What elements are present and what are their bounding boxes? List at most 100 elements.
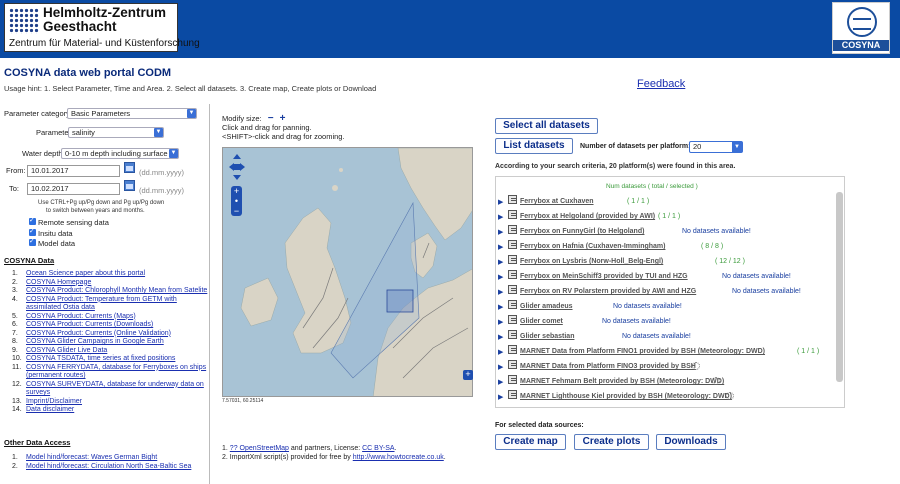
dataset-row[interactable]: ▶ MARNET Data from Platform FINO1 provide… [496,345,836,359]
dataset-name-link[interactable]: MARNET Lighthouse Kiel provided by BSH (… [520,393,732,400]
list-item[interactable]: 7. COSYNA Product: Currents (Online Valid… [12,330,208,339]
dataset-name-link[interactable]: Ferrybox on Hafnia (Cuxhaven-Immingham) [520,243,665,250]
hzg-logo[interactable]: Helmholtz-Zentrum Geesthacht Zentrum für… [4,3,200,52]
list-item[interactable]: 10. COSYNA TSDATA, time series at fixed p… [12,355,208,364]
expand-triangle-icon[interactable]: ▶ [498,318,503,326]
dataset-row[interactable]: ▶ Ferrybox on FunnyGirl (to Helgoland) No … [496,225,836,239]
map-grow-button[interactable]: + [280,114,286,124]
downloads-button[interactable]: Downloads [656,434,726,450]
expand-triangle-icon[interactable]: ▶ [498,378,503,386]
license-link[interactable]: CC BY-SA [362,445,394,452]
list-item[interactable]: 1. Model hind/forecast: Waves German Bigh… [12,454,208,463]
zoom-in-icon[interactable]: + [231,186,242,196]
expand-triangle-icon[interactable]: ▶ [498,333,503,341]
pan-arrows-icon[interactable] [227,152,247,182]
dataset-name-link[interactable]: MARNET Fehmarn Belt provided by BSH (Met… [520,378,724,385]
list-item[interactable]: 4. COSYNA Product: Temperature from GETM … [12,296,208,313]
list-item-link[interactable]: Model hind/forecast: Circulation North S… [26,463,191,470]
dataset-name-link[interactable]: Ferrybox on MeinSchiff3 provided by TUI … [520,273,688,280]
dataset-row[interactable]: ▶ Ferrybox on RV Polarstern provided by A… [496,285,836,299]
list-item-link[interactable]: COSYNA Product: Chlorophyll Monthly Mean… [26,287,207,294]
expand-triangle-icon[interactable]: ▶ [498,303,503,311]
feedback-link[interactable]: Feedback [637,78,685,90]
list-item[interactable]: 13. Imprint/Disclaimer [12,398,208,407]
list-item[interactable]: 5. COSYNA Product: Currents (Maps) [12,313,208,322]
list-item[interactable]: 9. COSYNA Glider Live Data [12,347,208,356]
list-item-link[interactable]: COSYNA FERRYDATA, database for Ferryboxe… [26,364,206,380]
insitu-checkbox[interactable] [29,227,36,236]
list-item[interactable]: 14. Data disclaimer [12,406,208,415]
depth-select[interactable]: 0-10 m depth including surface ▼ [61,148,179,159]
list-item-link[interactable]: Imprint/Disclaimer [26,398,82,405]
list-item-link[interactable]: COSYNA Glider Campaigns in Google Earth [26,338,164,345]
list-item-link[interactable]: COSYNA TSDATA, time series at fixed posi… [26,355,175,362]
dataset-row[interactable]: ▶ Glider sebastian No datasets available! [496,330,836,344]
list-item[interactable]: 11. COSYNA FERRYDATA, database for Ferryb… [12,364,208,381]
dataset-name-link[interactable]: Glider sebastian [520,333,574,340]
list-item[interactable]: 6. COSYNA Product: Currents (Downloads) [12,321,208,330]
list-item[interactable]: 8. COSYNA Glider Campaigns in Google Eart… [12,338,208,347]
list-item[interactable]: 2. Model hind/forecast: Circulation North… [12,463,208,472]
category-select[interactable]: Basic Parameters ▼ [67,108,197,119]
per-platform-select[interactable]: 20 ▼ [689,141,743,153]
list-item-link[interactable]: Model hind/forecast: Waves German Bight [26,454,157,461]
list-item-link[interactable]: COSYNA Product: Currents (Maps) [26,313,136,320]
zoom-control[interactable]: + • − [231,186,242,216]
expand-triangle-icon[interactable]: ▶ [498,348,503,356]
dataset-name-link[interactable]: Ferrybox on FunnyGirl (to Helgoland) [520,228,644,235]
dataset-row[interactable]: ▶ MARNET Fehmarn Belt provided by BSH (Me… [496,375,836,389]
model-data-checkbox[interactable] [29,237,36,246]
create-plots-button[interactable]: Create plots [574,434,649,450]
expand-triangle-icon[interactable]: ▶ [498,273,503,281]
dataset-name-link[interactable]: Glider comet [520,318,563,325]
dataset-name-link[interactable]: MARNET Data from Platform FINO3 provided… [520,363,696,370]
map-shrink-button[interactable]: − [268,114,274,124]
dataset-row[interactable]: ▶ Ferrybox at Cuxhaven ( 1 / 1 ) [496,195,836,209]
list-item-link[interactable]: Data disclaimer [26,406,74,413]
dataset-row[interactable]: ▶ Ferrybox on MeinSchiff3 provided by TUI… [496,270,836,284]
cosyna-logo[interactable]: COSYNA [832,2,890,54]
list-item[interactable]: 1. Ocean Science paper about this portal [12,270,208,279]
list-item[interactable]: 12. COSYNA SURVEYDATA, database for under… [12,381,208,398]
expand-triangle-icon[interactable]: ▶ [498,363,503,371]
dataset-name-link[interactable]: Ferrybox on RV Polarstern provided by AW… [520,288,696,295]
list-datasets-button[interactable]: List datasets [495,138,573,154]
list-item-link[interactable]: COSYNA Product: Currents (Downloads) [26,321,153,328]
expand-triangle-icon[interactable]: ▶ [498,198,503,206]
dataset-name-link[interactable]: MARNET Data from Platform FINO1 provided… [520,348,765,355]
map-canvas[interactable]: + • − [222,147,473,397]
dataset-row[interactable]: ▶ Ferrybox at Helgoland (provided by AWI)… [496,210,836,224]
remote-sensing-checkbox[interactable] [29,216,36,225]
dataset-row[interactable]: ▶ Glider comet No datasets available! [496,315,836,329]
create-map-button[interactable]: Create map [495,434,566,450]
list-item[interactable]: 2. COSYNA Homepage [12,279,208,288]
dataset-name-link[interactable]: Glider amadeus [520,303,573,310]
dataset-row[interactable]: ▶ Ferrybox on Lysbris (Norw-Holl_Belg-Eng… [496,255,836,269]
dataset-name-link[interactable]: Ferrybox at Cuxhaven [520,198,594,205]
to-date-input[interactable]: 10.02.2017 [27,183,120,195]
expand-triangle-icon[interactable]: ▶ [498,258,503,266]
expand-triangle-icon[interactable]: ▶ [498,288,503,296]
dataset-row[interactable]: ▶ MARNET Data from Platform FINO3 provide… [496,360,836,374]
list-item-link[interactable]: COSYNA Glider Live Data [26,347,107,354]
list-item-link[interactable]: COSYNA Product: Currents (Online Validat… [26,330,171,337]
from-date-input[interactable]: 10.01.2017 [27,165,120,177]
layer-switcher-plus-icon[interactable]: + [463,370,473,380]
calendar-icon[interactable] [124,180,135,191]
dataset-row[interactable]: ▶ Ferrybox on Hafnia (Cuxhaven-Immingham)… [496,240,836,254]
expand-triangle-icon[interactable]: ▶ [498,228,503,236]
list-item-link[interactable]: COSYNA SURVEYDATA, database for underway… [26,381,204,397]
expand-triangle-icon[interactable]: ▶ [498,213,503,221]
list-item-link[interactable]: COSYNA Product: Temperature from GETM wi… [26,296,177,312]
list-item[interactable]: 3. COSYNA Product: Chlorophyll Monthly Me… [12,287,208,296]
expand-triangle-icon[interactable]: ▶ [498,393,503,401]
list-item-link[interactable]: Ocean Science paper about this portal [26,270,145,277]
dataset-name-link[interactable]: Ferrybox on Lysbris (Norw-Holl_Belg-Engl… [520,258,663,265]
howtocreate-link[interactable]: http://www.howtocreate.co.uk [353,454,444,461]
calendar-icon[interactable] [124,162,135,173]
parameter-select[interactable]: salinity ▼ [68,127,164,138]
zoom-slider-icon[interactable]: • [231,196,242,206]
select-all-datasets-button[interactable]: Select all datasets [495,118,598,134]
zoom-out-icon[interactable]: − [231,206,242,216]
dataset-name-link[interactable]: Ferrybox at Helgoland (provided by AWI) [520,213,655,220]
